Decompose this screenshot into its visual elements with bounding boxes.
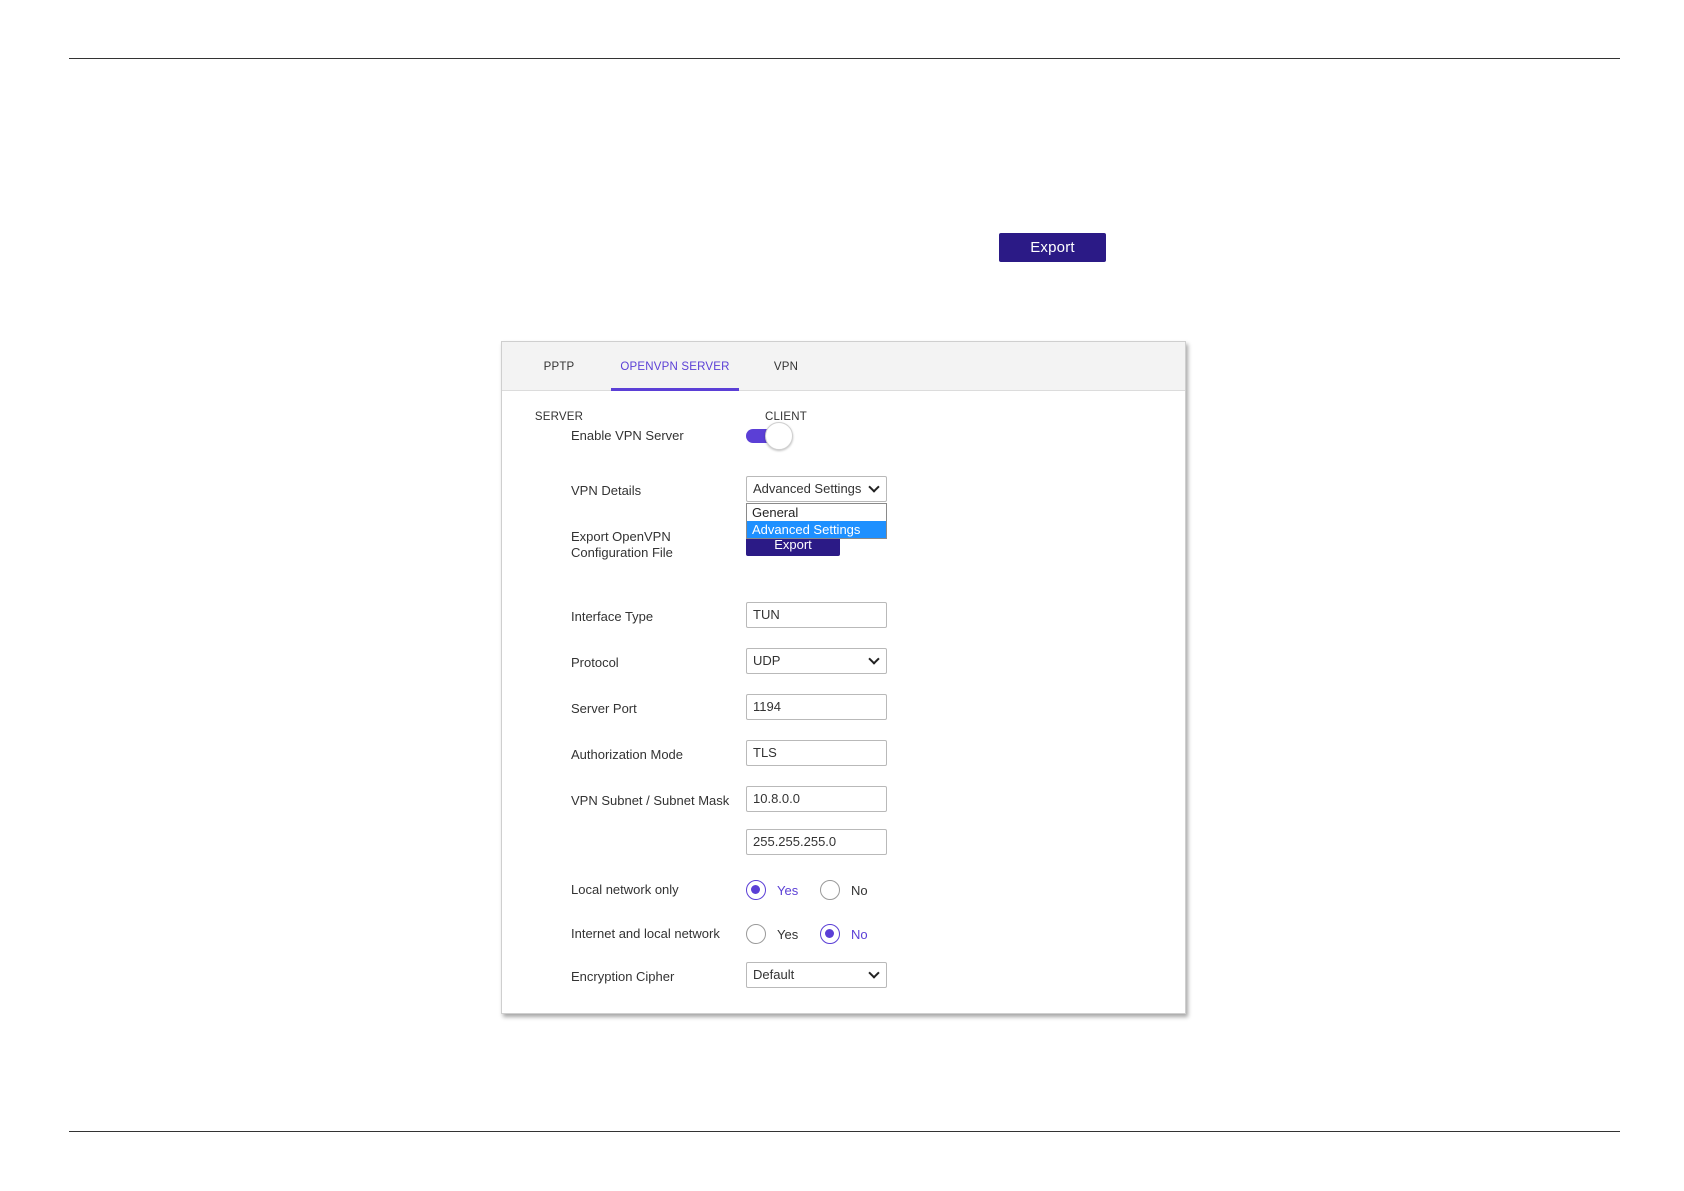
vpn-details-value: Advanced Settings xyxy=(753,481,862,496)
export-config-label-line1: Export OpenVPN xyxy=(571,529,671,544)
vpn-details-select[interactable]: Advanced Settings xyxy=(746,476,887,502)
interface-type-label: Interface Type xyxy=(571,609,654,624)
internet-local-no-label: No xyxy=(851,927,868,942)
tab-vpn-client[interactable]: VPN CLIENT xyxy=(752,342,820,423)
authorization-mode-label: Authorization Mode xyxy=(571,747,684,762)
export-button[interactable]: Export xyxy=(999,233,1106,262)
radio-dot xyxy=(751,885,760,894)
encryption-cipher-select[interactable]: Default xyxy=(746,962,887,988)
chevron-down-icon xyxy=(868,653,880,665)
tab-pptp-server[interactable]: PPTP SERVER xyxy=(522,342,596,423)
protocol-select[interactable]: UDP xyxy=(746,648,887,674)
internet-and-local-label: Internet and local network xyxy=(571,926,720,941)
chevron-down-icon xyxy=(868,967,880,979)
local-network-no-radio[interactable] xyxy=(820,880,840,900)
enable-vpn-label: Enable VPN Server xyxy=(571,428,684,443)
toggle-knob xyxy=(765,422,793,450)
tab-openvpn-server[interactable]: OPENVPN SERVER xyxy=(611,342,739,391)
internet-local-yes-radio[interactable] xyxy=(746,924,766,944)
server-port-field[interactable]: 1194 xyxy=(746,694,887,720)
encryption-cipher-label: Encryption Cipher xyxy=(571,969,675,984)
page: Export PPTP SERVER OPENVPN SERVER VPN CL… xyxy=(0,0,1684,1191)
internet-local-no-radio[interactable] xyxy=(820,924,840,944)
dropdown-option-advanced-settings[interactable]: Advanced Settings xyxy=(747,521,886,538)
subnet-mask-field[interactable]: 255.255.255.0 xyxy=(746,829,887,855)
top-divider xyxy=(69,58,1620,59)
vpn-subnet-label: VPN Subnet / Subnet Mask xyxy=(571,793,730,808)
tab-bar: PPTP SERVER OPENVPN SERVER VPN CLIENT xyxy=(502,342,1185,423)
authorization-mode-field[interactable]: TLS xyxy=(746,740,887,766)
vpn-subnet-field[interactable]: 10.8.0.0 xyxy=(746,786,887,812)
protocol-value: UDP xyxy=(753,653,781,668)
interface-type-field[interactable]: TUN xyxy=(746,602,887,628)
enable-vpn-toggle[interactable] xyxy=(746,422,793,450)
local-network-only-label: Local network only xyxy=(571,882,679,897)
vpn-details-label: VPN Details xyxy=(571,483,642,498)
protocol-label: Protocol xyxy=(571,655,619,670)
dropdown-option-general[interactable]: General xyxy=(747,504,886,521)
bottom-divider xyxy=(69,1131,1620,1132)
export-config-label-line2: Configuration File xyxy=(571,545,673,560)
local-network-no-label: No xyxy=(851,883,868,898)
openvpn-settings-panel: PPTP SERVER OPENVPN SERVER VPN CLIENT En… xyxy=(501,341,1186,1014)
local-network-yes-radio[interactable] xyxy=(746,880,766,900)
server-port-label: Server Port xyxy=(571,701,637,716)
radio-dot xyxy=(825,929,834,938)
internet-local-yes-label: Yes xyxy=(777,927,799,942)
local-network-yes-label: Yes xyxy=(777,883,799,898)
encryption-cipher-value: Default xyxy=(753,967,795,982)
vpn-details-dropdown-list: General Advanced Settings xyxy=(746,503,887,539)
chevron-down-icon xyxy=(868,481,880,493)
